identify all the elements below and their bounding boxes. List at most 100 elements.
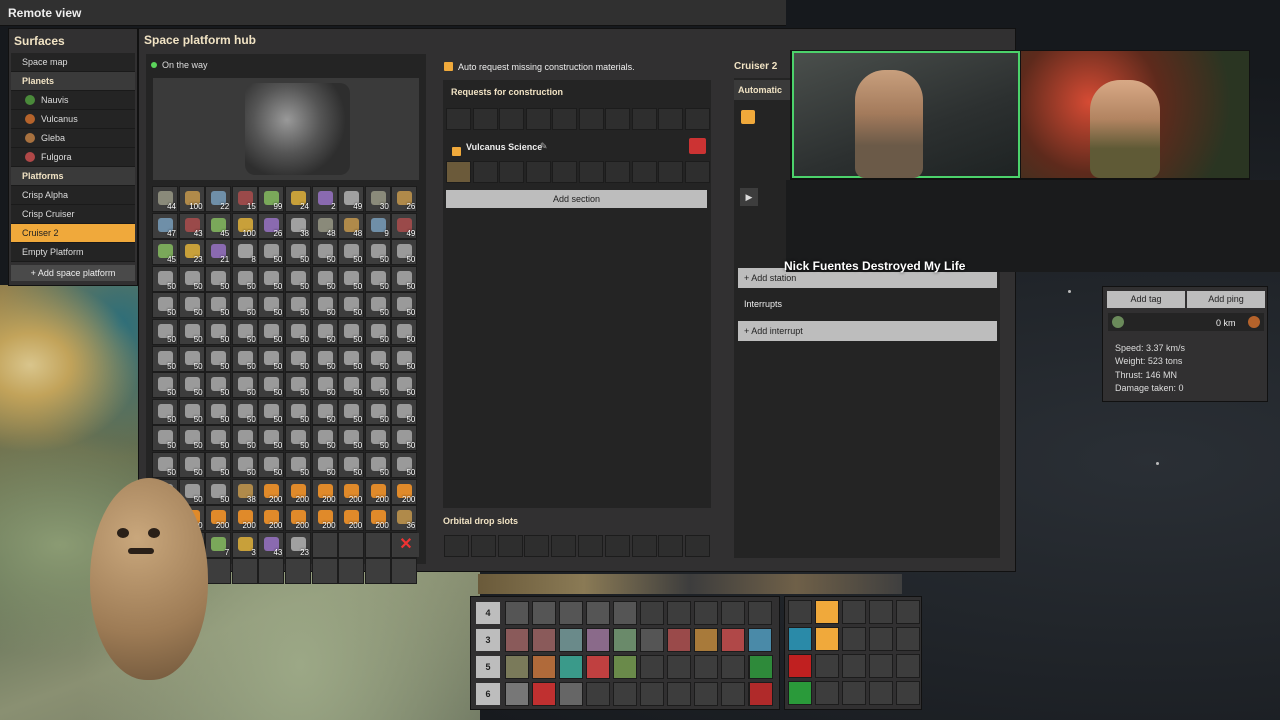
quickbar-slot[interactable] (748, 601, 772, 625)
shortcut-button[interactable] (896, 681, 920, 705)
inventory-slot[interactable]: 50 (391, 292, 418, 319)
inventory-slot[interactable]: 50 (338, 345, 365, 372)
inventory-slot[interactable]: 50 (258, 398, 285, 425)
inventory-slot[interactable]: 50 (391, 319, 418, 345)
inventory-slot[interactable]: 50 (364, 239, 391, 266)
inventory-slot[interactable]: 50 (258, 239, 285, 266)
inventory-slot[interactable]: 200 (285, 478, 311, 505)
orbital-slot[interactable] (524, 535, 550, 557)
shortcut-button[interactable] (869, 600, 893, 624)
request-slot[interactable] (578, 108, 604, 130)
inventory-slot[interactable]: 50 (311, 292, 338, 319)
inventory-slot[interactable]: 50 (311, 398, 338, 425)
quickbar-slot[interactable] (667, 601, 691, 625)
inventory-slot[interactable]: 50 (231, 292, 258, 319)
quickbar-slot[interactable] (748, 628, 772, 652)
inventory-slot[interactable]: 50 (364, 345, 391, 372)
quickbar-slot[interactable] (559, 655, 583, 679)
request-slot[interactable] (605, 108, 630, 130)
inventory-slot[interactable]: 50 (364, 265, 391, 292)
quickbar-slot[interactable] (640, 628, 664, 652)
inventory-slot[interactable]: 200 (258, 478, 285, 505)
quickbar-slot[interactable] (559, 628, 583, 652)
inventory-slot[interactable]: 50 (205, 398, 232, 425)
inventory-slot[interactable]: 21 (205, 239, 232, 266)
quickbar-slot[interactable] (505, 628, 529, 652)
request-slot[interactable] (684, 161, 710, 183)
request-slot[interactable] (472, 161, 498, 183)
inventory-slot[interactable]: 50 (178, 265, 205, 292)
inventory-slot[interactable]: 48 (338, 212, 365, 239)
quickbar-slot[interactable] (505, 682, 529, 706)
inventory-slot[interactable]: 45 (152, 239, 178, 266)
shortcut-button[interactable] (815, 681, 839, 705)
inventory-slot[interactable]: 50 (258, 319, 285, 345)
shortcut-button[interactable] (842, 681, 866, 705)
pause-icon[interactable] (741, 110, 755, 124)
quickbar-page-button[interactable]: 3 (476, 629, 500, 651)
quickbar-slot[interactable] (586, 682, 610, 706)
inventory-slot[interactable]: 15 (231, 186, 258, 212)
inventory-slot[interactable]: 50 (205, 345, 232, 372)
inventory-slot[interactable]: 50 (205, 319, 232, 345)
inventory-slot[interactable] (364, 558, 391, 585)
orbital-slot[interactable] (444, 535, 469, 557)
inventory-slot[interactable]: 9 (364, 212, 391, 239)
quickbar-slot[interactable] (749, 655, 773, 679)
inventory-slot[interactable]: 26 (258, 212, 285, 239)
shortcut-button[interactable] (869, 654, 893, 678)
inventory-slot[interactable]: 50 (178, 345, 205, 372)
inventory-slot[interactable]: 43 (258, 531, 285, 558)
inventory-slot[interactable]: 43 (178, 212, 205, 239)
inventory-slot[interactable] (231, 558, 258, 585)
quickbar-slot[interactable] (532, 628, 556, 652)
add-section-button[interactable]: Add section (446, 190, 707, 208)
inventory-slot[interactable]: 50 (311, 372, 338, 399)
quickbar-slot[interactable] (532, 682, 556, 706)
shortcut-button[interactable] (815, 654, 839, 678)
play-icon[interactable]: ▶ (740, 188, 758, 206)
request-slot[interactable] (446, 161, 471, 183)
shortcut-button[interactable] (896, 627, 920, 651)
orbital-slot[interactable] (470, 535, 496, 557)
quickbar-page-button[interactable]: 5 (476, 656, 500, 678)
quickbar-slot[interactable] (532, 601, 556, 625)
inventory-slot[interactable]: 50 (258, 292, 285, 319)
inventory-slot[interactable] (285, 558, 311, 585)
quickbar-slot[interactable] (694, 628, 718, 652)
inventory-slot[interactable]: 49 (391, 212, 418, 239)
add-interrupt-button[interactable]: + Add interrupt (738, 321, 997, 341)
quickbar-page-button[interactable]: 6 (476, 683, 500, 705)
inventory-slot[interactable]: 50 (364, 319, 391, 345)
inventory-slot[interactable]: 50 (338, 398, 365, 425)
quickbar-slot[interactable] (694, 655, 718, 679)
inventory-slot[interactable]: 50 (311, 345, 338, 372)
quickbar-slot[interactable] (613, 601, 637, 625)
request-slot[interactable] (658, 108, 683, 130)
inventory-slot[interactable]: 200 (338, 505, 365, 532)
quickbar-slot[interactable] (667, 628, 691, 652)
inventory-slot[interactable]: 50 (285, 292, 311, 319)
inventory-slot[interactable]: 50 (231, 372, 258, 399)
inventory-slot[interactable]: 50 (285, 452, 311, 478)
quickbar-slot[interactable] (559, 682, 583, 706)
trash-icon[interactable] (689, 138, 706, 154)
inventory-slot[interactable] (311, 531, 338, 558)
inventory-slot[interactable]: 50 (231, 319, 258, 345)
close-icon[interactable]: ✕ (393, 533, 419, 557)
request-slot[interactable] (631, 161, 657, 183)
quickbar-slot[interactable] (586, 628, 610, 652)
inventory-slot[interactable]: 50 (311, 239, 338, 266)
inventory-slot[interactable] (205, 558, 232, 585)
quickbar-slot[interactable] (613, 682, 637, 706)
quickbar-slot[interactable] (721, 601, 745, 625)
inventory-slot[interactable]: 50 (285, 425, 311, 452)
inventory-slot[interactable]: 44 (152, 186, 178, 212)
orbital-slot[interactable] (578, 535, 603, 557)
inventory-slot[interactable]: 50 (285, 345, 311, 372)
inventory-slot[interactable]: 200 (311, 505, 338, 532)
shortcut-button[interactable] (788, 600, 812, 624)
inventory-slot[interactable]: 50 (391, 452, 418, 478)
request-slot[interactable] (525, 108, 551, 130)
platform-crisp-alpha[interactable]: Crisp Alpha (11, 186, 135, 205)
